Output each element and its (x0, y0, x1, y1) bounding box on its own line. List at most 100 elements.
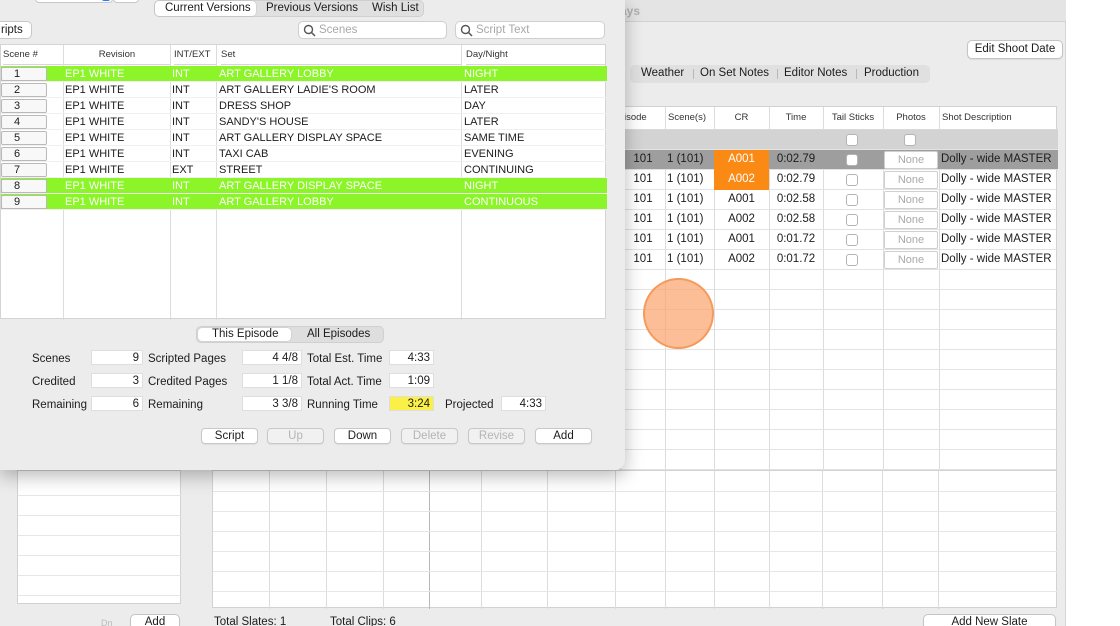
table-row[interactable]: 3 EP1 WHITE INT DRESS SHOP DAY (1, 98, 607, 114)
scenes-window: ripts Current Versions Previous Versions… (0, 0, 625, 470)
down-button[interactable]: Dn (101, 618, 113, 626)
scene-cell: 1 (101) (667, 233, 704, 245)
column-header-time[interactable]: Time (769, 107, 823, 130)
table-row[interactable]: 101 1 (101) A001 0:02.79 None Dolly - wi… (621, 150, 1058, 170)
photos-cell[interactable]: None (884, 171, 938, 189)
int-ext-cell: INT (172, 116, 190, 128)
set-cell: ART GALLERY LADIE'S ROOM (219, 84, 376, 96)
scene-cell: 1 (101) (667, 213, 704, 225)
table-row[interactable]: 7 EP1 WHITE EXT STREET CONTINUING (1, 162, 607, 178)
tail-sticks-checkbox[interactable] (846, 194, 858, 206)
tail-sticks-checkbox[interactable] (846, 254, 858, 266)
photos-cell[interactable]: None (884, 191, 938, 209)
running-time-label: Running Time (307, 399, 378, 411)
scenes-search-field[interactable]: Scenes (298, 21, 447, 39)
table-row[interactable]: 101 1 (101) A001 0:01.72 None Dolly - wi… (621, 230, 1058, 250)
int-ext-cell: INT (172, 196, 190, 208)
grid-row-line (213, 571, 1058, 572)
tail-sticks-checkbox[interactable] (846, 174, 858, 186)
scripts-button[interactable]: ripts (0, 21, 32, 39)
table-row[interactable]: 1 EP1 WHITE INT ART GALLERY LOBBY NIGHT (1, 66, 607, 82)
int-ext-cell: INT (172, 148, 190, 160)
column-header-shot-description[interactable]: Shot Description (939, 107, 1058, 130)
int-ext-cell: INT (172, 68, 190, 80)
table-row[interactable]: 9 EP1 WHITE INT ART GALLERY LOBBY CONTIN… (1, 194, 607, 210)
running-time-value: 3:24 (389, 396, 434, 411)
scene-number-cell: 3 (1, 99, 47, 113)
tab-current-versions[interactable]: Current Versions (165, 1, 251, 16)
photos-filter-checkbox[interactable] (904, 134, 916, 146)
tab-previous-versions[interactable]: Previous Versions (266, 1, 358, 16)
photos-cell[interactable]: None (884, 211, 938, 229)
revise-button[interactable]: Revise (468, 428, 525, 444)
left-add-button[interactable]: Add (130, 614, 180, 626)
top-control-button[interactable] (113, 0, 139, 3)
empty-row (621, 350, 1058, 370)
revision-cell: EP1 WHITE (65, 84, 125, 96)
tab-this-episode[interactable]: This Episode (212, 327, 278, 342)
remaining-pages-label: Remaining (148, 399, 203, 411)
add-button[interactable]: Add (535, 428, 592, 444)
tail-sticks-checkbox[interactable] (846, 154, 858, 166)
projected-label: Projected (445, 399, 494, 411)
table-row[interactable]: 101 1 (101) A002 0:02.58 None Dolly - wi… (621, 210, 1058, 230)
column-header-photos[interactable]: Photos (883, 107, 939, 130)
photos-cell[interactable]: None (884, 231, 938, 249)
table-row[interactable]: 4 EP1 WHITE INT SANDY'S HOUSE LATER (1, 114, 607, 130)
left-list (17, 470, 182, 604)
table-row[interactable]: 101 1 (101) A002 0:01.72 None Dolly - wi… (621, 250, 1058, 270)
table-row[interactable]: 5 EP1 WHITE INT ART GALLERY DISPLAY SPAC… (1, 130, 607, 146)
up-button[interactable]: Up (267, 428, 324, 444)
tab-wish-list[interactable]: Wish List (372, 1, 419, 16)
tab-on-set-notes[interactable]: On Set Notes (700, 65, 769, 83)
tab-all-episodes[interactable]: All Episodes (307, 327, 370, 342)
notes-tab-bar: Weather On Set Notes Editor Notes Produc… (630, 65, 930, 83)
cr-cell: A002 (714, 170, 769, 190)
set-cell: ART GALLERY LOBBY (219, 68, 334, 80)
add-new-slate-button[interactable]: Add New Slate (923, 614, 1056, 626)
column-header-cr[interactable]: CR (714, 107, 769, 130)
column-header-tail-sticks[interactable]: Tail Sticks (823, 107, 883, 130)
day-night-cell: LATER (464, 116, 499, 128)
tab-weather[interactable]: Weather (641, 65, 684, 83)
table-row[interactable]: 101 1 (101) A002 0:02.79 None Dolly - wi… (621, 170, 1058, 190)
click-indicator (643, 278, 714, 349)
delete-button[interactable]: Delete (401, 428, 458, 444)
cr-cell: A002 (728, 213, 755, 225)
episode-popup[interactable] (35, 0, 113, 3)
table-row[interactable]: 2 EP1 WHITE INT ART GALLERY LADIE'S ROOM… (1, 82, 607, 98)
list-row-line (18, 495, 182, 496)
photos-cell[interactable]: None (884, 251, 938, 269)
tail-sticks-checkbox[interactable] (846, 234, 858, 246)
int-ext-cell: INT (172, 180, 190, 192)
column-header-episode[interactable]: isode (621, 107, 665, 130)
column-header-revision[interactable]: Revision (64, 45, 170, 65)
list-row-line (18, 535, 182, 536)
episode-cell: 101 (633, 173, 653, 185)
grid-row-line (213, 591, 1058, 592)
script-text-search-field[interactable]: Script Text (455, 21, 605, 39)
shot-description-cell: Dolly - wide MASTER (941, 193, 1052, 205)
set-cell: ART GALLERY DISPLAY SPACE (219, 132, 383, 144)
tab-editor-notes[interactable]: Editor Notes (784, 65, 847, 83)
shot-description-cell: Dolly - wide MASTER (941, 253, 1052, 265)
script-button[interactable]: Script (201, 428, 258, 444)
column-header-day-night[interactable]: Day/Night (466, 45, 606, 65)
tail-sticks-filter-checkbox[interactable] (846, 134, 858, 146)
scene-cell: 1 (101) (667, 153, 704, 165)
table-row[interactable]: 101 1 (101) A001 0:02.58 None Dolly - wi… (621, 190, 1058, 210)
table-row[interactable]: 6 EP1 WHITE INT TAXI CAB EVENING (1, 146, 607, 162)
down-button[interactable]: Down (334, 428, 391, 444)
cr-cell: A001 (728, 193, 755, 205)
column-header-scene-number[interactable]: Scene # (3, 45, 63, 65)
column-header-scenes[interactable]: Scene(s) (665, 107, 714, 130)
clips-grid (212, 470, 1058, 609)
column-header-int-ext[interactable]: INT/EXT (174, 45, 216, 65)
scene-number-cell: 5 (1, 131, 47, 145)
column-header-set[interactable]: Set (221, 45, 461, 65)
photos-cell[interactable]: None (884, 151, 938, 169)
edit-shoot-date-button[interactable]: Edit Shoot Date (967, 40, 1063, 59)
tail-sticks-checkbox[interactable] (846, 214, 858, 226)
table-row[interactable]: 8 EP1 WHITE INT ART GALLERY DISPLAY SPAC… (1, 178, 607, 194)
tab-production[interactable]: Production (864, 65, 919, 83)
